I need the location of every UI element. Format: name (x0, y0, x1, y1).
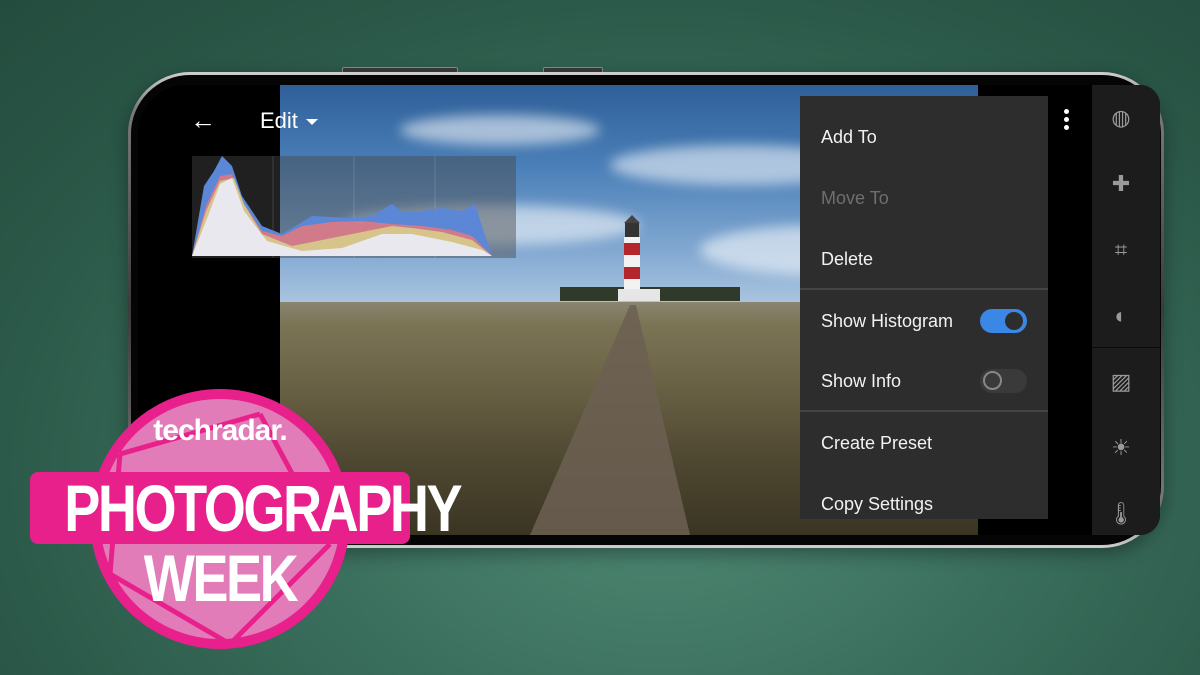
menu-item-add-to[interactable]: Add To (821, 126, 877, 148)
menu-item-create-preset[interactable]: Create Preset (821, 432, 932, 454)
menu-item-delete[interactable]: Delete (821, 248, 873, 270)
color-temperature-icon[interactable]: 🌡 (1106, 499, 1136, 529)
more-options-icon[interactable] (1062, 109, 1070, 135)
selective-icon[interactable]: ◍ (1106, 103, 1136, 133)
menu-item-copy-settings[interactable]: Copy Settings (821, 493, 933, 515)
menu-item-move-to: Move To (821, 188, 889, 208)
badge-brand: techradar. (153, 414, 287, 447)
light-icon[interactable]: ☀ (1106, 433, 1136, 463)
badge-title-line2: WEEK (143, 541, 299, 615)
histogram (192, 156, 516, 258)
healing-icon[interactable]: ✚ (1106, 169, 1136, 199)
show-histogram-toggle[interactable] (980, 309, 1027, 333)
masking-icon[interactable]: ◐ (1106, 301, 1136, 331)
show-info-toggle[interactable] (980, 369, 1027, 393)
context-menu: Add To Move To Delete Show Histogram Sho… (800, 96, 1048, 519)
menu-item-show-histogram[interactable]: Show Histogram (821, 310, 953, 332)
back-button[interactable]: ← (190, 105, 216, 135)
tool-panel: ◍ ✚ ⌗ ◐ ▨ ☀ 🌡 (1092, 85, 1160, 535)
caret-down-icon (305, 119, 318, 126)
edit-mode-dropdown[interactable]: Edit (260, 107, 318, 135)
edit-mode-label: Edit (260, 108, 298, 133)
auto-icon[interactable]: ▨ (1106, 367, 1136, 397)
menu-item-show-info[interactable]: Show Info (821, 370, 901, 392)
badge-title-line1: PHOTOGRAPHY (64, 471, 462, 545)
crop-icon[interactable]: ⌗ (1106, 235, 1136, 265)
photography-week-badge: techradar. PHOTOGRAPHY WEEK (30, 384, 463, 654)
